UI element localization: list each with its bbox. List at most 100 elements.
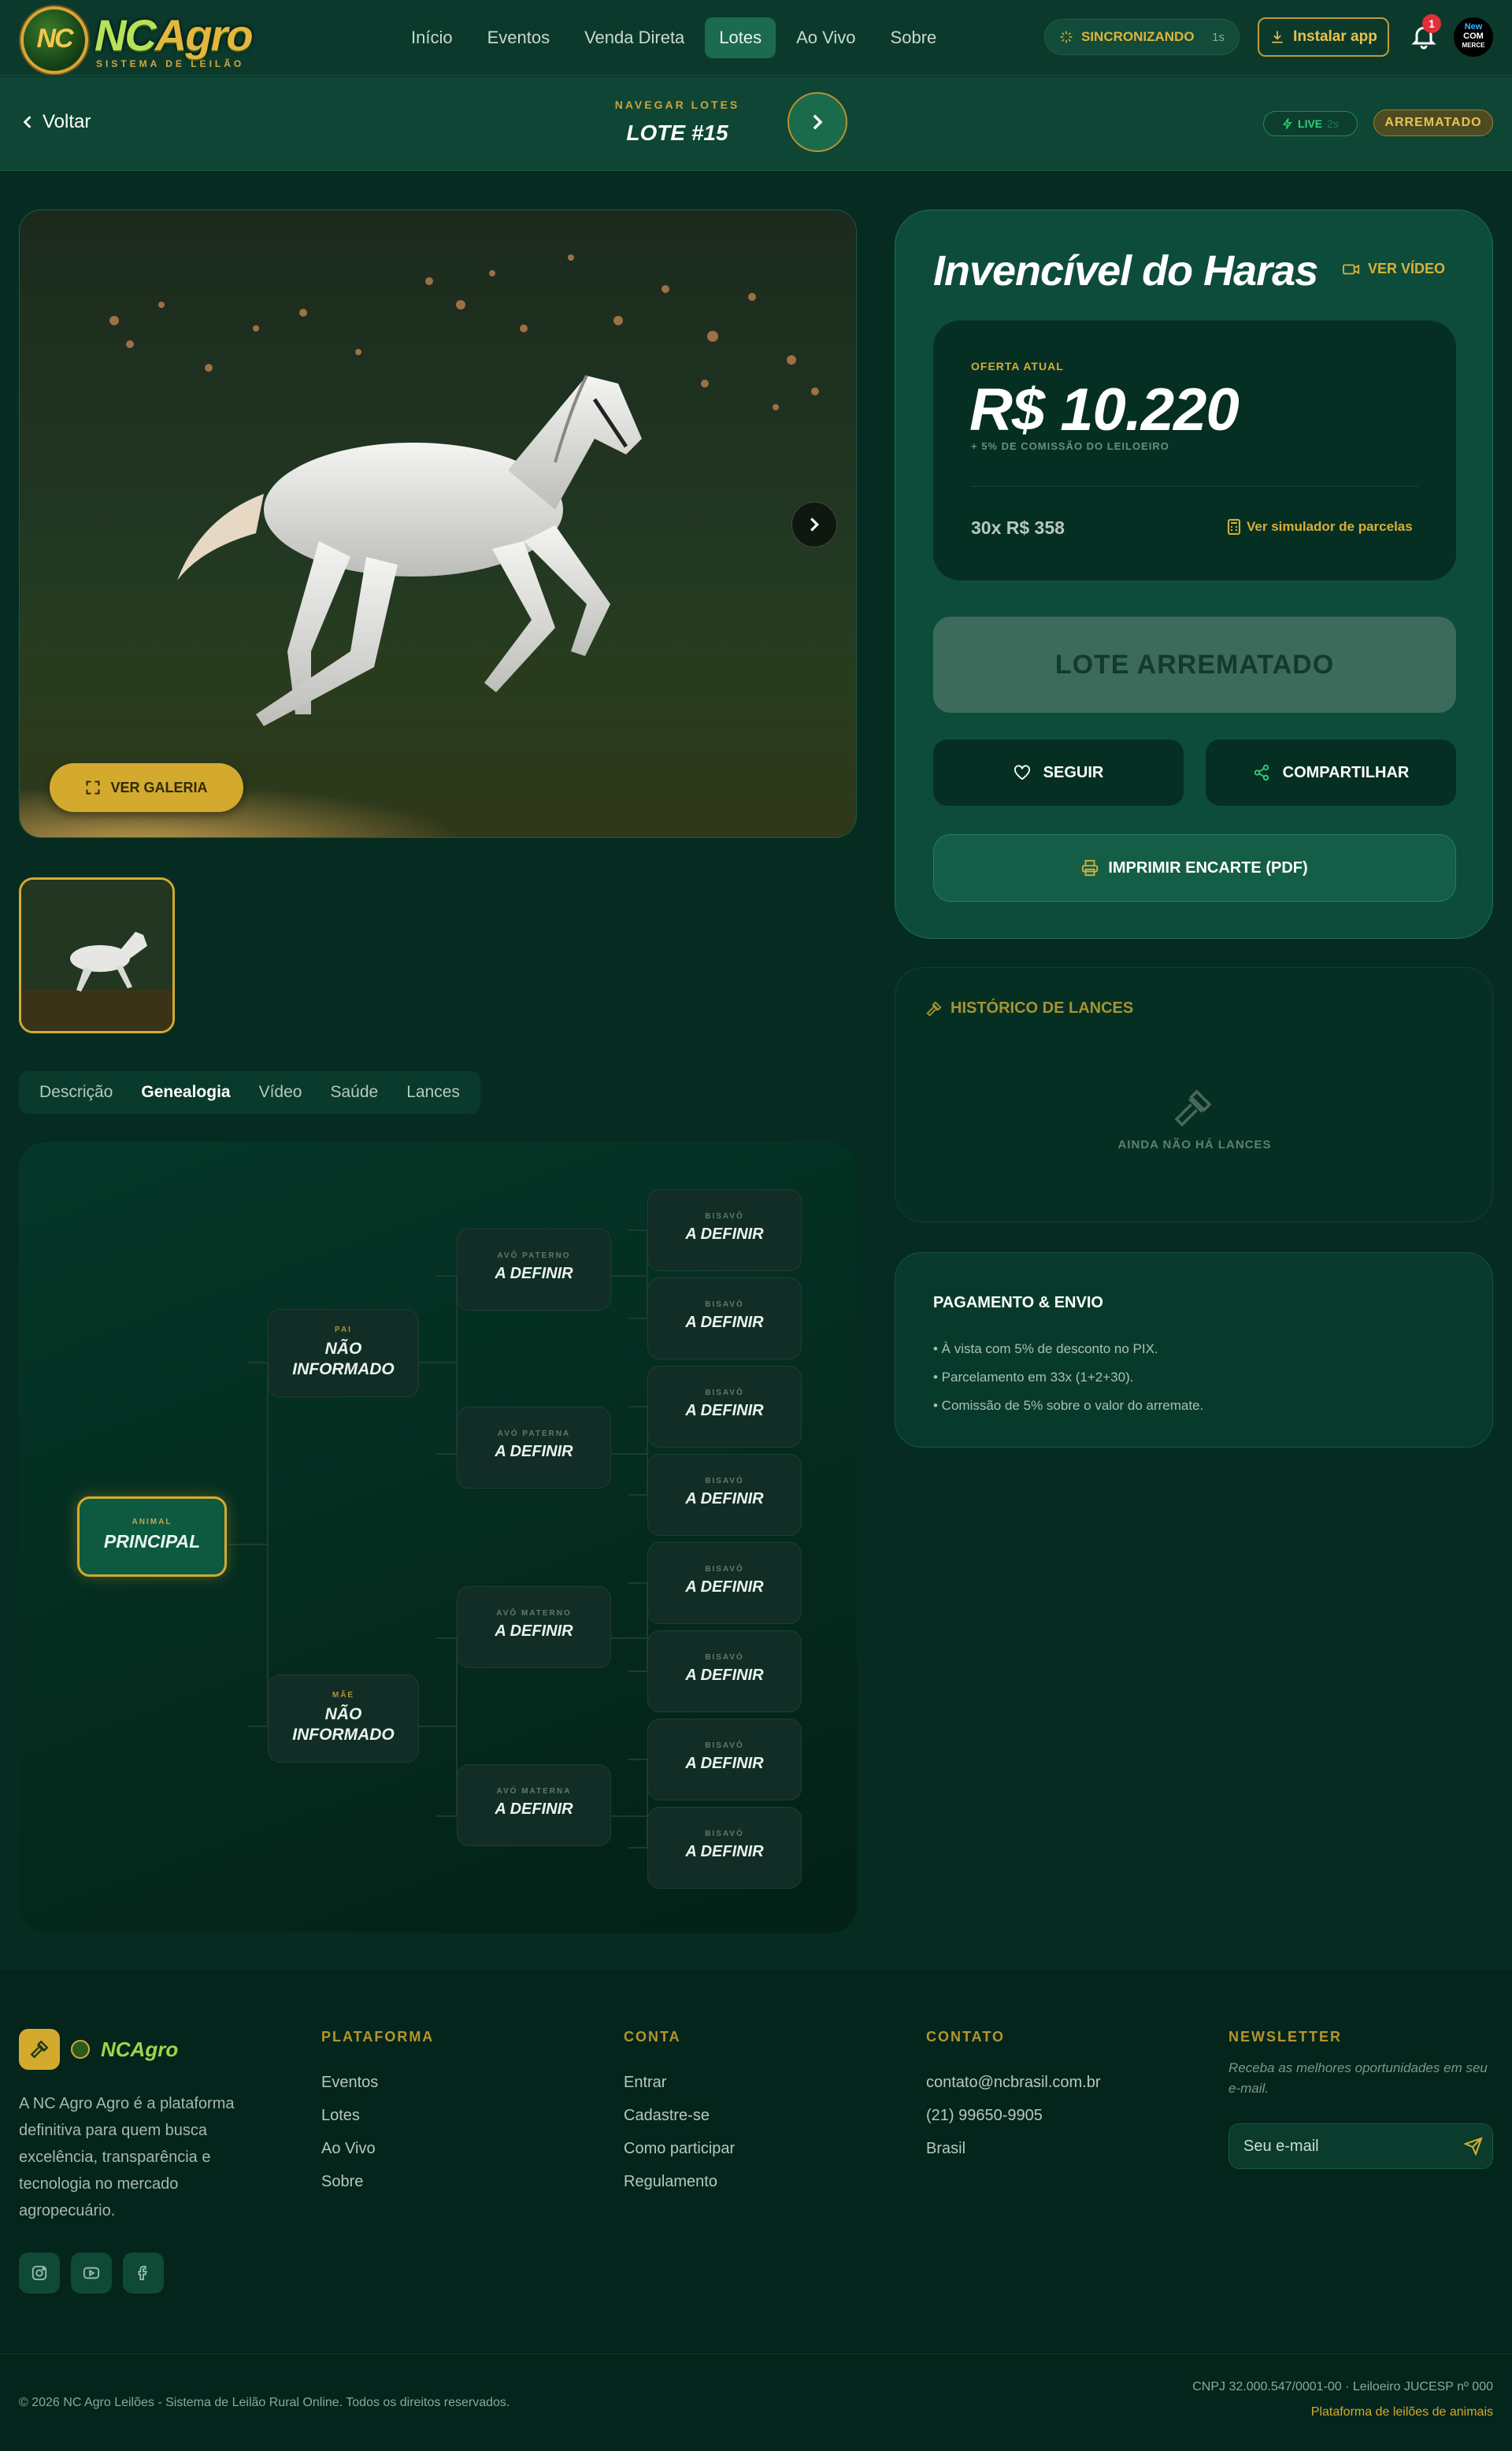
genealogy-grandparent[interactable]: AVÓ MATERNA A DEFINIR xyxy=(457,1764,611,1846)
status-badge: ARREMATADO xyxy=(1373,109,1493,136)
nav-item-inicio[interactable]: Início xyxy=(397,17,467,58)
payment-item: • Parcelamento em 33x (1+2+30). xyxy=(933,1370,1134,1385)
avatar[interactable]: New COM MERCE xyxy=(1454,17,1493,57)
lot-navigation-bar: Voltar NAVEGAR LOTES LOTE #15 LIVE 2s AR… xyxy=(0,76,1512,171)
nav-item-sobre[interactable]: Sobre xyxy=(876,17,951,58)
facebook-button[interactable] xyxy=(123,2253,164,2293)
top-header: NC NCAgro SISTEMA DE LEILÃO Início Event… xyxy=(0,0,1512,76)
current-lot-number: LOTE #15 xyxy=(626,121,728,145)
instagram-button[interactable] xyxy=(19,2253,60,2293)
footer-link-sobre[interactable]: Sobre xyxy=(321,2165,434,2198)
chevron-right-icon xyxy=(810,517,819,532)
genealogy-grandparent[interactable]: AVÓ PATERNA A DEFINIR xyxy=(457,1407,611,1489)
view-gallery-button[interactable]: VER GALERIA xyxy=(50,763,243,812)
youtube-button[interactable] xyxy=(71,2253,112,2293)
logo-badge-icon xyxy=(71,2040,90,2059)
main-nav: Início Eventos Venda Direta Lotes Ao Viv… xyxy=(397,17,951,58)
bid-history-card: HISTÓRICO DE LANCES AINDA NÃO HÁ LANCES xyxy=(895,967,1493,1222)
view-video-link[interactable]: VER VÍDEO xyxy=(1343,261,1445,277)
offer-label: OFERTA ATUAL xyxy=(971,360,1064,373)
footer-link-ao-vivo[interactable]: Ao Vivo xyxy=(321,2132,434,2165)
payment-shipping-card: PAGAMENTO & ENVIO • À vista com 5% de de… xyxy=(895,1252,1493,1448)
horse-photo xyxy=(20,210,856,837)
payment-item: • À vista com 5% de desconto no PIX. xyxy=(933,1341,1158,1356)
genealogy-father[interactable]: PAI NÃO INFORMADO xyxy=(268,1309,419,1397)
genealogy-great-grandparent[interactable]: BISAVÔ A DEFINIR xyxy=(647,1719,802,1800)
genealogy-main-animal[interactable]: ANIMAL PRINCIPAL xyxy=(77,1496,227,1577)
install-app-button[interactable]: Instalar app xyxy=(1258,17,1389,57)
contact-phone-link[interactable]: (21) 99650-9905 xyxy=(926,2099,1101,2132)
contact-email-link[interactable]: contato@ncbrasil.com.br xyxy=(926,2066,1101,2099)
gavel-icon xyxy=(926,1000,942,1017)
next-lot-button[interactable] xyxy=(788,92,847,152)
footer-link-cadastre-se[interactable]: Cadastre-se xyxy=(624,2099,735,2132)
tab-genealogia[interactable]: Genealogia xyxy=(127,1071,244,1114)
tab-video[interactable]: Vídeo xyxy=(245,1071,317,1114)
brand-logo[interactable]: NC NCAgro SISTEMA DE LEILÃO xyxy=(20,5,280,74)
youtube-icon xyxy=(83,2267,100,2279)
footer-logo[interactable]: NCAgro xyxy=(19,2029,178,2070)
genealogy-great-grandparent[interactable]: BISAVÓ A DEFINIR xyxy=(647,1277,802,1359)
lot-sold-button[interactable]: LOTE ARREMATADO xyxy=(933,617,1456,713)
lot-summary-card: Invencível do Haras VER VÍDEO OFERTA ATU… xyxy=(895,210,1493,939)
footer-link-lotes[interactable]: Lotes xyxy=(321,2099,434,2132)
lot-title: Invencível do Haras xyxy=(933,247,1318,295)
genealogy-great-grandparent[interactable]: BISAVÔ A DEFINIR xyxy=(647,1366,802,1448)
gavel-empty-icon xyxy=(1174,1089,1212,1127)
tab-lances[interactable]: Lances xyxy=(392,1071,474,1114)
footer-link-entrar[interactable]: Entrar xyxy=(624,2066,735,2099)
footer-brand: NCAgro xyxy=(101,2037,179,2061)
genealogy-great-grandparent[interactable]: BISAVÓ A DEFINIR xyxy=(647,1807,802,1889)
print-flyer-button[interactable]: IMPRIMIR ENCARTE (PDF) xyxy=(933,834,1456,902)
logo-subtitle: SISTEMA DE LEILÃO xyxy=(96,58,245,69)
newsletter-email-input[interactable]: Seu e-mail xyxy=(1228,2123,1493,2169)
follow-button[interactable]: SEGUIR xyxy=(933,740,1184,806)
genealogy-great-grandparent[interactable]: BISAVÓ A DEFINIR xyxy=(647,1630,802,1712)
genealogy-great-grandparent[interactable]: BISAVÔ A DEFINIR xyxy=(647,1542,802,1624)
installment-simulator-link[interactable]: Ver simulador de parcelas xyxy=(1228,519,1413,535)
photo-next-button[interactable] xyxy=(791,502,837,547)
company-registration: CNPJ 32.000.547/0001-00 · Leiloeiro JUCE… xyxy=(1192,2380,1493,2394)
share-button[interactable]: COMPARTILHAR xyxy=(1206,740,1456,806)
genealogy-great-grandparent[interactable]: BISAVÔ A DEFINIR xyxy=(647,1189,802,1271)
commission-note: + 5% DE COMISSÃO DO LEILOEIRO xyxy=(971,440,1169,452)
divider xyxy=(0,2353,1512,2354)
genealogy-tree: ANIMAL PRINCIPAL PAI NÃO INFORMADO MÃE N… xyxy=(19,1142,857,1933)
genealogy-grandparent[interactable]: AVÔ PATERNO A DEFINIR xyxy=(457,1229,611,1311)
tab-saude[interactable]: Saúde xyxy=(316,1071,392,1114)
footer-link-como-participar[interactable]: Como participar xyxy=(624,2132,735,2165)
send-icon[interactable] xyxy=(1464,2137,1483,2156)
footer-link-eventos[interactable]: Eventos xyxy=(321,2066,434,2099)
sync-icon xyxy=(1060,31,1073,43)
download-icon xyxy=(1272,31,1283,43)
back-button[interactable]: Voltar xyxy=(22,111,91,133)
nav-item-lotes[interactable]: Lotes xyxy=(705,17,776,58)
printer-icon xyxy=(1082,859,1099,877)
logo-badge-icon: NC xyxy=(20,6,88,74)
horse-thumbnail xyxy=(21,880,172,1031)
expand-icon xyxy=(86,781,101,795)
nav-item-venda-direta[interactable]: Venda Direta xyxy=(570,17,699,58)
footer-link-regulamento[interactable]: Regulamento xyxy=(624,2165,735,2198)
instagram-icon xyxy=(32,2265,47,2281)
live-badge: LIVE 2s xyxy=(1263,111,1358,136)
video-camera-icon xyxy=(1343,264,1360,274)
calculator-icon xyxy=(1228,519,1240,535)
footer-account-column: CONTA Entrar Cadastre-se Como participar… xyxy=(624,2029,735,2198)
lot-main-photo[interactable]: VER GALERIA xyxy=(19,210,857,838)
gavel-icon xyxy=(19,2029,60,2070)
gallery-thumbnail[interactable] xyxy=(19,877,175,1033)
footer-newsletter-column: NEWSLETTER Receba as melhores oportunida… xyxy=(1228,2029,1496,2099)
nav-item-eventos[interactable]: Eventos xyxy=(473,17,565,58)
bid-history-title: HISTÓRICO DE LANCES xyxy=(951,999,1134,1017)
genealogy-mother[interactable]: MÃE NÃO INFORMADO xyxy=(268,1674,419,1763)
genealogy-great-grandparent[interactable]: BISAVÓ A DEFINIR xyxy=(647,1454,802,1536)
detail-tabs: Descrição Genealogia Vídeo Saúde Lances xyxy=(19,1071,480,1114)
genealogy-grandparent[interactable]: AVÔ MATERNO A DEFINIR xyxy=(457,1586,611,1668)
bolt-icon xyxy=(1282,118,1292,129)
installments-value: 30x R$ 358 xyxy=(971,517,1065,538)
facebook-icon xyxy=(138,2265,147,2281)
footer-tagline: Plataforma de leilões de animais xyxy=(1310,2405,1493,2419)
tab-descricao[interactable]: Descrição xyxy=(25,1071,127,1114)
nav-item-ao-vivo[interactable]: Ao Vivo xyxy=(782,17,869,58)
